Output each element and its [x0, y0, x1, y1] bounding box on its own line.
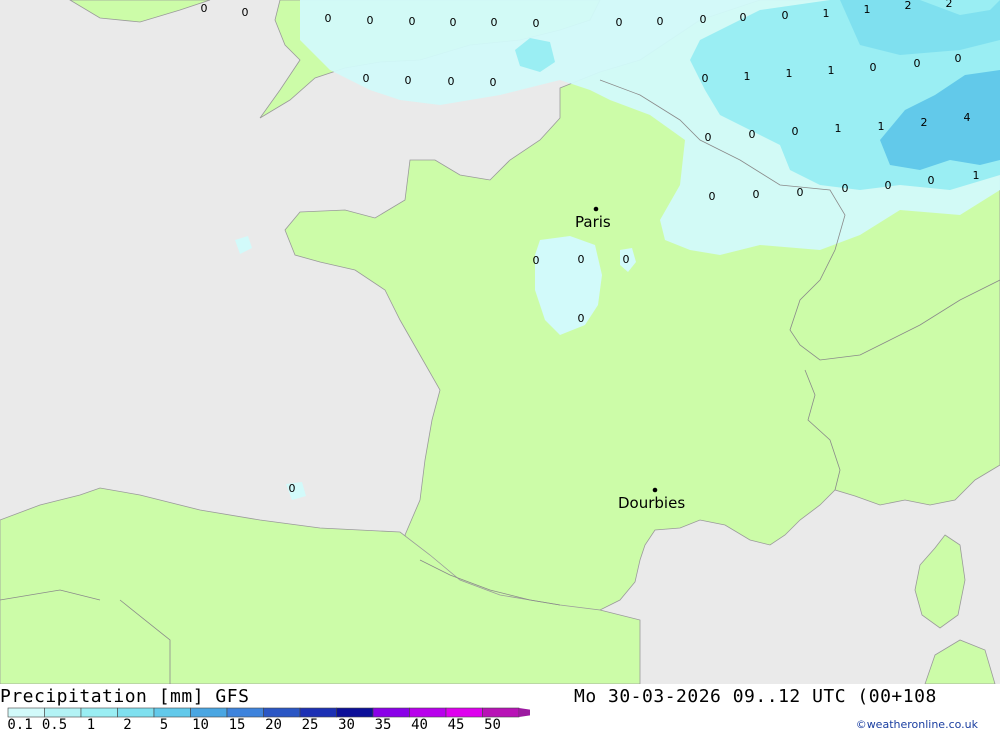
- map-timestamp: Mo 30-03-2026 09..12 UTC (00+108: [574, 686, 937, 707]
- precip-value-label: 1: [828, 64, 835, 77]
- legend-swatch: [372, 707, 410, 718]
- precip-value-label: 0: [700, 13, 707, 26]
- legend-swatch: [409, 707, 447, 718]
- credit-text[interactable]: ©weatheronline.co.uk: [856, 718, 978, 731]
- legend-label: 0.1: [7, 717, 33, 733]
- precip-value-label: 0: [705, 131, 712, 144]
- precip-value-label: 0: [201, 2, 208, 15]
- map-title: Precipitation [mm] GFS: [0, 686, 250, 707]
- precip-value-label: 0: [914, 57, 921, 70]
- precip-value-label: 0: [797, 186, 804, 199]
- precip-value-label: 0: [782, 9, 789, 22]
- precipitation-map: 0 0 0 0 0 0 0 0 0 0 0 0 0 1 1 2 2 0 0 0 0 0 1 1 1 0 0 0 0 0 0 1 1 2 4 0 0 0 0 0…: [0, 0, 1000, 684]
- legend-label: 2: [123, 717, 132, 733]
- precip-value-label: 0: [702, 72, 709, 85]
- precip-value-label: 1: [973, 169, 980, 182]
- paris-label: Paris: [575, 213, 611, 231]
- legend-swatch: [336, 707, 374, 718]
- legend-swatch: [7, 707, 45, 718]
- precip-value-label: 1: [878, 120, 885, 133]
- precip-value-label: 0: [928, 174, 935, 187]
- legend-label: 0.5: [41, 717, 68, 733]
- legend-label: 1: [86, 717, 96, 733]
- precip-value-label: 0: [367, 14, 374, 27]
- legend-swatch: [190, 707, 228, 718]
- legend-swatch: [44, 707, 82, 718]
- precip-value-label: 4: [964, 111, 971, 124]
- precip-value-label: 0: [450, 16, 457, 29]
- precip-value-label: 0: [242, 6, 249, 19]
- precip-value-label: 0: [792, 125, 799, 138]
- precip-value-label: 2: [946, 0, 953, 10]
- precip-value-label: 1: [786, 67, 793, 80]
- precip-value-label: 0: [616, 16, 623, 29]
- precip-value-label: 1: [823, 7, 830, 20]
- precip-value-label: 0: [578, 312, 585, 325]
- legend-label: 10: [192, 717, 209, 733]
- legend-label: 35: [374, 717, 392, 733]
- precip-value-label: 0: [709, 190, 716, 203]
- precip-value-label: 0: [578, 253, 585, 266]
- legend-label: 50: [484, 717, 501, 733]
- precip-value-label: 1: [744, 70, 751, 83]
- precip-value-label: 0: [623, 253, 630, 266]
- precip-value-label: 0: [955, 52, 962, 65]
- legend-arrow: [519, 708, 530, 717]
- precip-value-label: 0: [657, 15, 664, 28]
- dourbies-label: Dourbies: [618, 494, 685, 512]
- precip-value-label: 0: [740, 11, 747, 24]
- precip-value-label: 0: [842, 182, 849, 195]
- legend-swatch: [226, 707, 264, 718]
- legend-label: 15: [228, 717, 246, 733]
- precip-value-label: 0: [409, 15, 416, 28]
- legend-swatch: [263, 707, 301, 718]
- precip-value-label: 0: [533, 254, 540, 267]
- precip-value-label: 0: [289, 482, 296, 495]
- footer-bar: Precipitation [mm] GFS Mo 30-03-2026 09.…: [0, 684, 1000, 733]
- legend-label: 30: [338, 717, 355, 733]
- legend-label: 25: [301, 717, 319, 733]
- precip-value-label: 0: [363, 72, 370, 85]
- legend-swatch: [445, 707, 483, 718]
- legend-swatch: [80, 707, 118, 718]
- legend-label: 20: [265, 717, 282, 733]
- precip-value-label: 1: [835, 122, 842, 135]
- precip-value-label: 0: [491, 16, 498, 29]
- paris-marker: [593, 206, 599, 212]
- precip-value-label: 0: [325, 12, 332, 25]
- precip-value-label: 0: [885, 179, 892, 192]
- precip-value-label: 0: [405, 74, 412, 87]
- dourbies-marker: [652, 487, 658, 493]
- legend-swatch: [482, 707, 520, 718]
- legend-swatch: [299, 707, 337, 718]
- precip-value-label: 1: [864, 3, 871, 16]
- precip-value-label: 2: [905, 0, 912, 12]
- legend-swatch: [153, 707, 191, 718]
- legend-label: 5: [159, 717, 169, 733]
- precip-value-label: 0: [533, 17, 540, 30]
- precip-value-label: 0: [870, 61, 877, 74]
- legend-label: 40: [411, 717, 428, 733]
- precip-value-label: 0: [749, 128, 756, 141]
- precip-value-label: 2: [921, 116, 928, 129]
- precip-value-label: 0: [490, 76, 497, 89]
- precip-value-label: 0: [448, 75, 455, 88]
- legend-label: 45: [447, 717, 465, 733]
- legend-swatch: [117, 707, 155, 718]
- precip-value-label: 0: [753, 188, 760, 201]
